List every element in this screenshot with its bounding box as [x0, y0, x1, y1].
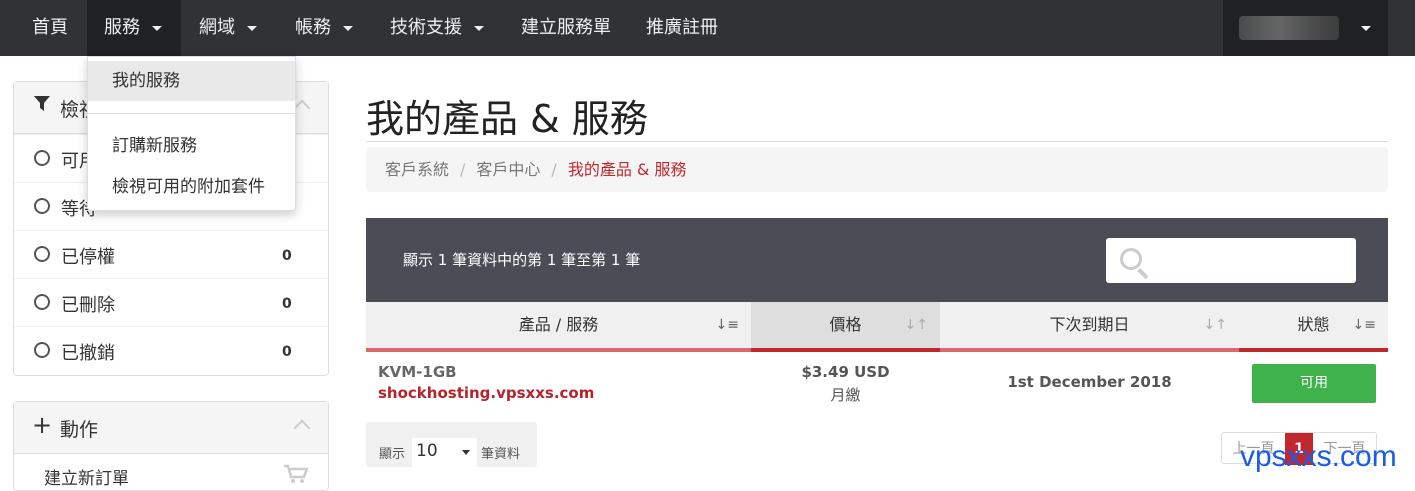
cart-icon — [284, 464, 309, 488]
column-label: 產品 / 服務 — [518, 315, 599, 334]
services-dropdown: 我的服務 訂購新服務 檢視可用的附加套件 — [87, 56, 296, 211]
column-label: 價格 — [829, 315, 862, 334]
caret-down-icon — [1361, 26, 1371, 31]
nav-services[interactable]: 服務 — [87, 0, 181, 56]
action-new-order[interactable]: 建立新訂單 — [44, 464, 129, 489]
column-label: 狀態 — [1297, 315, 1330, 334]
actions-panel: + 動作 建立新訂單 — [13, 401, 329, 491]
column-underline — [366, 348, 751, 352]
page-length-select[interactable]: 10 — [412, 438, 477, 467]
breadcrumb: 客戶系統 / 客戶中心 / 我的產品 & 服務 — [366, 147, 1388, 192]
filter-label: 已撤銷 — [61, 343, 115, 364]
nav-billing[interactable]: 帳務 — [295, 0, 353, 56]
nav-domains[interactable]: 網域 — [199, 0, 257, 56]
page-length: 顯示 10 筆資料 — [366, 422, 537, 467]
table-search-input[interactable] — [1106, 238, 1356, 283]
column-underline — [940, 348, 1239, 352]
dropdown-my-services[interactable]: 我的服務 — [88, 61, 295, 101]
radio-icon[interactable] — [34, 294, 50, 310]
column-header-status[interactable]: 狀態 ↓≡ — [1239, 302, 1388, 352]
dropdown-order-new[interactable]: 訂購新服務 — [88, 126, 295, 166]
breadcrumb-portal[interactable]: 客戶系統 — [385, 160, 449, 179]
product-domain[interactable]: shockhosting.vpsxxs.com — [378, 384, 594, 402]
filter-count: 0 — [282, 344, 292, 360]
user-menu[interactable] — [1223, 0, 1388, 56]
watermark: vpsxxs.com — [1240, 440, 1397, 473]
column-underline — [751, 348, 940, 352]
nav-affiliates-label: 推廣註冊 — [646, 17, 718, 38]
filter-terminated[interactable]: 已刪除 0 — [14, 278, 328, 326]
billing-cycle: 月繳 — [830, 386, 861, 404]
username-redacted — [1239, 16, 1339, 40]
plus-icon: + — [32, 411, 53, 439]
page-length-prefix: 顯示 — [379, 447, 406, 462]
sort-icon: ↓↑ — [904, 317, 928, 333]
column-header-product[interactable]: 產品 / 服務 ↓≡ — [366, 302, 751, 352]
breadcrumb-current: 我的產品 & 服務 — [567, 160, 687, 179]
sort-icon: ↓↑ — [1203, 317, 1227, 333]
filter-label: 已刪除 — [61, 295, 115, 316]
nav-affiliates[interactable]: 推廣註冊 — [646, 0, 718, 56]
breadcrumb-separator: / — [460, 160, 466, 179]
top-navbar: 首頁 服務 網域 帳務 技術支援 建立服務單 推廣註冊 — [0, 0, 1415, 56]
filter-count: 0 — [282, 296, 292, 312]
search-icon — [1120, 248, 1142, 270]
filter-cancelled[interactable]: 已撤銷 0 — [14, 326, 328, 374]
radio-icon[interactable] — [34, 198, 50, 214]
table-toolbar: 顯示 1 筆資料中的第 1 筆至第 1 筆 — [366, 218, 1388, 302]
nav-services-label: 服務 — [104, 17, 140, 38]
filter-label: 已停權 — [61, 247, 115, 268]
radio-icon[interactable] — [34, 342, 50, 358]
caret-down-icon — [474, 25, 484, 31]
nav-home-label: 首頁 — [32, 17, 68, 38]
column-underline — [1239, 348, 1388, 352]
caret-down-icon — [343, 25, 353, 31]
breadcrumb-client-area[interactable]: 客戶中心 — [476, 160, 540, 179]
nav-open-ticket[interactable]: 建立服務單 — [521, 0, 611, 56]
title-divider — [366, 141, 1388, 142]
radio-icon[interactable] — [34, 150, 50, 166]
nav-domains-label: 網域 — [199, 17, 235, 38]
column-label: 下次到期日 — [1049, 315, 1130, 334]
dropdown-view-addons[interactable]: 檢視可用的附加套件 — [88, 167, 295, 207]
next-due-date: 1st December 2018 — [1007, 373, 1172, 391]
filter-count: 0 — [282, 248, 292, 264]
column-header-due-date[interactable]: 下次到期日 ↓↑ — [940, 302, 1239, 352]
chevron-up-icon[interactable] — [293, 419, 311, 437]
nav-open-ticket-label: 建立服務單 — [521, 17, 611, 38]
caret-down-icon — [152, 25, 162, 31]
nav-billing-label: 帳務 — [295, 17, 331, 38]
chevron-up-icon[interactable] — [293, 99, 311, 117]
caret-down-icon — [462, 450, 470, 455]
page-title: 我的產品 & 服務 — [366, 97, 648, 141]
column-header-price[interactable]: 價格 ↓↑ — [751, 302, 940, 352]
nav-support[interactable]: 技術支援 — [390, 0, 484, 56]
table-info: 顯示 1 筆資料中的第 1 筆至第 1 筆 — [403, 251, 641, 269]
filter-icon — [34, 96, 50, 117]
filter-suspended[interactable]: 已停權 0 — [14, 230, 328, 278]
product-name[interactable]: KVM-1GB — [378, 363, 457, 381]
product-price: $3.49 USD — [801, 363, 890, 381]
actions-panel-title: 動作 — [60, 419, 99, 441]
sort-desc-icon: ↓≡ — [1352, 317, 1376, 333]
page-length-value: 10 — [416, 441, 438, 461]
breadcrumb-separator: / — [551, 160, 557, 179]
sort-desc-icon: ↓≡ — [715, 317, 739, 333]
caret-down-icon — [247, 25, 257, 31]
actions-panel-header[interactable]: + 動作 — [14, 402, 328, 454]
dropdown-divider — [88, 113, 295, 114]
nav-support-label: 技術支援 — [390, 17, 462, 38]
nav-home[interactable]: 首頁 — [32, 0, 68, 56]
radio-icon[interactable] — [34, 246, 50, 262]
page-length-suffix: 筆資料 — [481, 447, 521, 462]
status-badge[interactable]: 可用 — [1252, 364, 1376, 403]
